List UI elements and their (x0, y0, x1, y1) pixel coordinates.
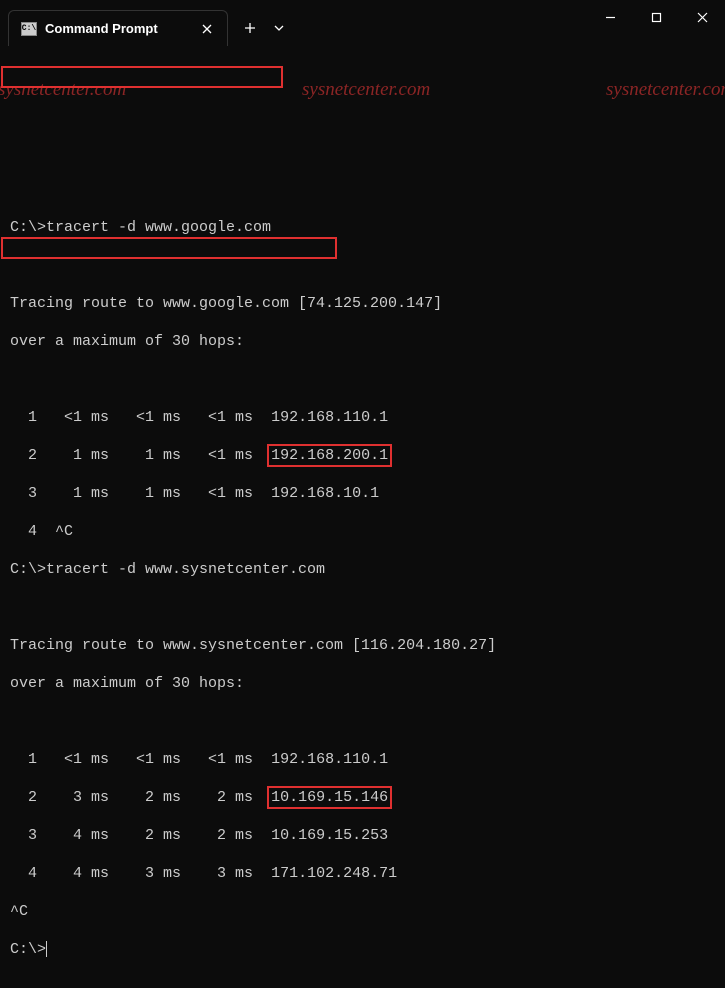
ctrl-c: ^C (10, 902, 715, 921)
hop-row: 4 ^C (10, 522, 715, 541)
prompt: C:\> (10, 561, 46, 578)
hop-row: 2 1 ms 1 ms <1 ms 192.168.200.1 (10, 446, 715, 465)
maximize-button[interactable] (633, 0, 679, 34)
watermark: sysnetcenter.com (302, 80, 430, 99)
close-window-button[interactable] (679, 0, 725, 34)
hop-row: 4 4 ms 3 ms 3 ms 171.102.248.71 (10, 864, 715, 883)
hop-row: 2 3 ms 2 ms 2 ms 10.169.15.146 (10, 788, 715, 807)
tab-dropdown-button[interactable] (266, 12, 292, 44)
trace-header: Tracing route to www.google.com [74.125.… (10, 294, 715, 313)
highlight-cmd1 (1, 66, 283, 88)
max-hops: over a maximum of 30 hops: (10, 674, 715, 693)
command-text: tracert -d www.sysnetcenter.com (46, 561, 325, 578)
prompt: C:\> (10, 941, 46, 958)
watermark: sysnetcenter.com (0, 80, 126, 99)
new-tab-button[interactable] (234, 12, 266, 44)
prompt: C:\> (10, 219, 46, 236)
window-controls (587, 0, 725, 34)
command-text: tracert -d www.google.com (46, 219, 271, 236)
highlight-ip: 10.169.15.146 (267, 786, 392, 809)
hop-row: 1 <1 ms <1 ms <1 ms 192.168.110.1 (10, 408, 715, 427)
hop-row: 3 4 ms 2 ms 2 ms 10.169.15.253 (10, 826, 715, 845)
hop-row: 3 1 ms 1 ms <1 ms 192.168.10.1 (10, 484, 715, 503)
max-hops: over a maximum of 30 hops: (10, 332, 715, 351)
terminal-output[interactable]: sysnetcenter.com sysnetcenter.com sysnet… (0, 48, 725, 988)
watermark: sysnetcenter.com (606, 80, 725, 99)
cmd-icon: C:\ (21, 22, 37, 36)
minimize-button[interactable] (587, 0, 633, 34)
close-tab-icon[interactable] (199, 21, 215, 37)
trace-header: Tracing route to www.sysnetcenter.com [1… (10, 636, 715, 655)
tab-title: Command Prompt (45, 21, 191, 36)
titlebar: C:\ Command Prompt (0, 0, 725, 48)
highlight-ip: 192.168.200.1 (267, 444, 392, 467)
cursor-icon (46, 941, 47, 957)
hop-row: 1 <1 ms <1 ms <1 ms 192.168.110.1 (10, 750, 715, 769)
tab-command-prompt[interactable]: C:\ Command Prompt (8, 10, 228, 46)
